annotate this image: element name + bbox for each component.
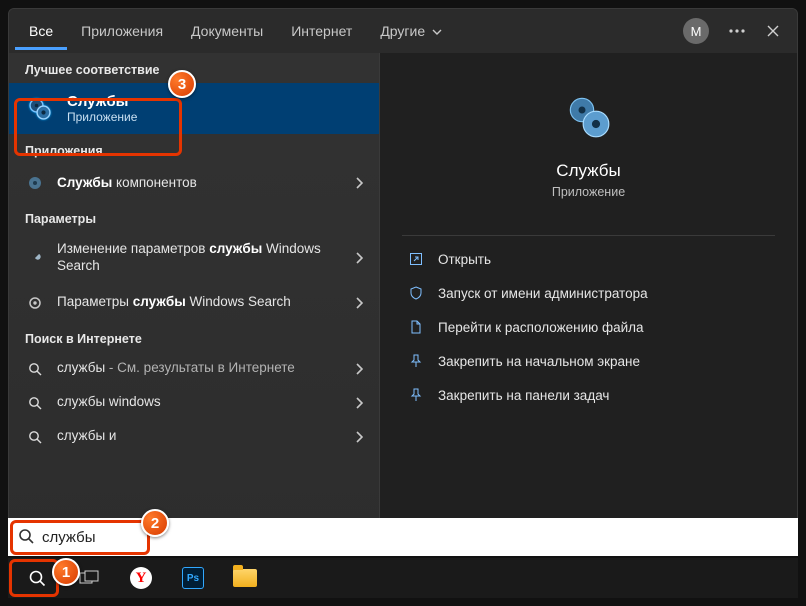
best-match-title: Службы <box>67 93 137 110</box>
divider <box>402 235 775 236</box>
best-match-services[interactable]: Службы Приложение <box>9 83 379 134</box>
chevron-right-icon <box>355 252 363 264</box>
search-icon <box>25 359 45 379</box>
action-open[interactable]: Открыть <box>394 242 783 276</box>
folder-icon <box>233 569 257 587</box>
taskbar-photoshop[interactable]: Ps <box>170 561 216 595</box>
taskbar-yandex-browser[interactable]: Y <box>118 561 164 595</box>
search-icon <box>25 427 45 447</box>
web-label: службы и <box>57 428 343 445</box>
section-best-match: Лучшее соответствие <box>9 53 379 83</box>
close-button[interactable] <box>755 13 791 49</box>
action-pin-taskbar[interactable]: Закрепить на панели задач <box>394 378 783 412</box>
tabs-bar: Все Приложения Документы Интернет Другие… <box>9 9 797 53</box>
tab-apps[interactable]: Приложения <box>67 13 177 50</box>
web-item-0[interactable]: службы - См. результаты в Интернете <box>9 352 379 386</box>
yandex-icon: Y <box>130 567 152 589</box>
chevron-right-icon <box>355 397 363 409</box>
action-label: Открыть <box>438 252 491 267</box>
pin-start-icon <box>408 353 424 369</box>
tab-more-label: Другие <box>380 23 425 39</box>
chevron-down-icon <box>432 27 442 37</box>
action-run-as-admin[interactable]: Запуск от имени администратора <box>394 276 783 310</box>
taskbar-file-explorer[interactable] <box>222 561 268 595</box>
taskbar-task-view[interactable] <box>66 561 112 595</box>
actions-list: Открыть Запуск от имени администратора П… <box>380 242 797 412</box>
section-apps: Приложения <box>9 134 379 164</box>
setting-item-search-service-params[interactable]: Параметры службы Windows Search <box>9 284 379 322</box>
services-gear-icon <box>25 94 55 124</box>
tab-more[interactable]: Другие <box>366 13 456 50</box>
search-window: Все Приложения Документы Интернет Другие… <box>8 8 798 540</box>
chevron-right-icon <box>355 177 363 189</box>
file-icon <box>408 319 424 335</box>
chevron-right-icon <box>355 297 363 309</box>
app-item-label: Службы компонентов <box>57 175 343 192</box>
taskbar-search-button[interactable] <box>14 561 60 595</box>
setting-label: Изменение параметров службы Windows Sear… <box>57 241 343 275</box>
detail-title: Службы <box>556 161 620 181</box>
more-options-button[interactable] <box>719 13 755 49</box>
wrench-icon <box>25 248 45 268</box>
ellipsis-icon <box>729 29 745 33</box>
tab-documents[interactable]: Документы <box>177 13 277 50</box>
search-input-row[interactable] <box>8 518 798 556</box>
web-item-2[interactable]: службы и <box>9 420 379 454</box>
search-icon <box>25 393 45 413</box>
web-item-1[interactable]: службы windows <box>9 386 379 420</box>
services-large-gear-icon <box>559 87 619 147</box>
gear-icon <box>25 293 45 313</box>
component-services-icon <box>25 173 45 193</box>
task-view-icon <box>78 567 100 589</box>
detail-subtitle: Приложение <box>552 185 625 199</box>
tab-internet[interactable]: Интернет <box>277 13 366 50</box>
action-label: Закрепить на начальном экране <box>438 354 640 369</box>
pin-taskbar-icon <box>408 387 424 403</box>
best-match-subtitle: Приложение <box>67 110 137 124</box>
taskbar: Y Ps <box>8 558 798 598</box>
search-icon <box>18 528 34 547</box>
action-label: Закрепить на панели задач <box>438 388 609 403</box>
open-icon <box>408 251 424 267</box>
setting-item-change-search-params[interactable]: Изменение параметров службы Windows Sear… <box>9 232 379 284</box>
search-icon <box>26 567 48 589</box>
app-item-component-services[interactable]: Службы компонентов <box>9 164 379 202</box>
setting-label: Параметры службы Windows Search <box>57 294 343 311</box>
account-avatar[interactable]: M <box>683 18 709 44</box>
detail-panel: Службы Приложение Открыть Запуск от имен… <box>379 53 797 539</box>
action-open-file-location[interactable]: Перейти к расположению файла <box>394 310 783 344</box>
photoshop-icon: Ps <box>182 567 204 589</box>
results-panel: Лучшее соответствие Службы Приложение Пр… <box>9 53 379 539</box>
chevron-right-icon <box>355 431 363 443</box>
chevron-right-icon <box>355 363 363 375</box>
web-label: службы - См. результаты в Интернете <box>57 360 343 377</box>
action-label: Запуск от имени администратора <box>438 286 648 301</box>
section-web: Поиск в Интернете <box>9 322 379 352</box>
section-settings: Параметры <box>9 202 379 232</box>
search-input[interactable] <box>42 529 788 546</box>
shield-icon <box>408 285 424 301</box>
action-pin-start[interactable]: Закрепить на начальном экране <box>394 344 783 378</box>
close-icon <box>767 25 779 37</box>
action-label: Перейти к расположению файла <box>438 320 644 335</box>
tab-all[interactable]: Все <box>15 13 67 50</box>
web-label: службы windows <box>57 394 343 411</box>
